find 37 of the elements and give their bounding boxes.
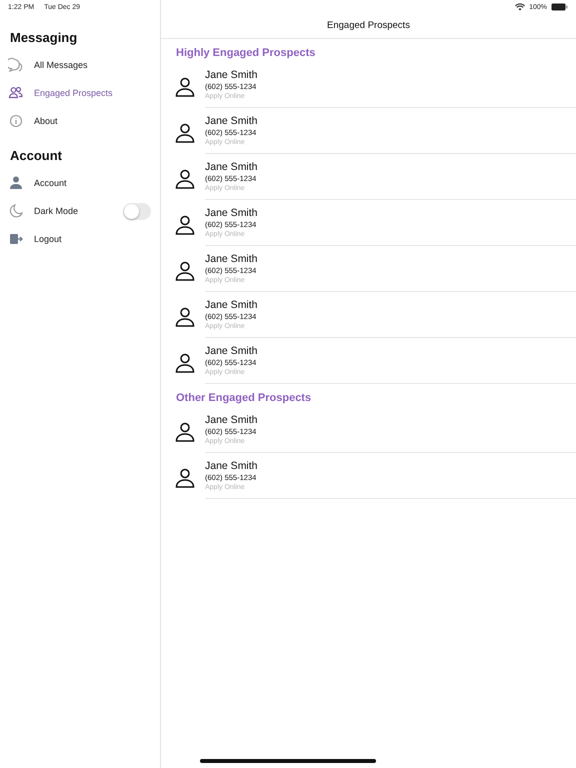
sidebar-item[interactable]: Engaged Prospects bbox=[0, 79, 160, 107]
person-outline-icon bbox=[175, 169, 195, 189]
sidebar-item[interactable]: Account bbox=[0, 169, 160, 197]
contact-name: Jane Smith bbox=[205, 414, 259, 426]
chat-bubbles-icon bbox=[8, 57, 24, 73]
sidebar-item[interactable]: All Messages bbox=[0, 51, 160, 79]
battery-icon bbox=[551, 3, 568, 11]
person-outline-icon bbox=[175, 307, 195, 327]
section-heading: Messaging bbox=[9, 29, 78, 47]
person-icon bbox=[8, 175, 24, 191]
sidebar-item[interactable]: Logout bbox=[0, 225, 160, 253]
contact-name: Jane Smith bbox=[205, 69, 259, 81]
contact-name: Jane Smith bbox=[205, 207, 259, 219]
section-heading: Highly Engaged Prospects bbox=[175, 46, 316, 61]
contact-name: Jane Smith bbox=[205, 345, 259, 357]
toggle-switch[interactable] bbox=[123, 202, 151, 220]
people-icon bbox=[8, 85, 24, 101]
wifi-icon bbox=[515, 3, 526, 11]
contact-name: Jane Smith bbox=[205, 161, 259, 173]
person-outline-icon bbox=[175, 123, 195, 143]
person-outline-icon bbox=[175, 468, 195, 488]
contact-name: Jane Smith bbox=[205, 299, 259, 311]
sidebar-item[interactable]: About bbox=[0, 107, 160, 135]
contact-name: Jane Smith bbox=[205, 460, 259, 472]
section-heading: Account bbox=[9, 147, 63, 165]
person-outline-icon bbox=[175, 261, 195, 281]
person-outline-icon bbox=[175, 215, 195, 235]
contact-name: Jane Smith bbox=[205, 115, 259, 127]
person-outline-icon bbox=[175, 422, 195, 442]
moon-icon bbox=[8, 203, 24, 219]
logout-icon bbox=[8, 231, 24, 247]
section-heading: Other Engaged Prospects bbox=[175, 391, 312, 406]
contact-name: Jane Smith bbox=[205, 253, 259, 265]
info-icon bbox=[8, 113, 24, 129]
person-outline-icon bbox=[175, 353, 195, 373]
menu-label: Dark Mode bbox=[34, 206, 80, 216]
person-outline-icon bbox=[175, 77, 195, 97]
